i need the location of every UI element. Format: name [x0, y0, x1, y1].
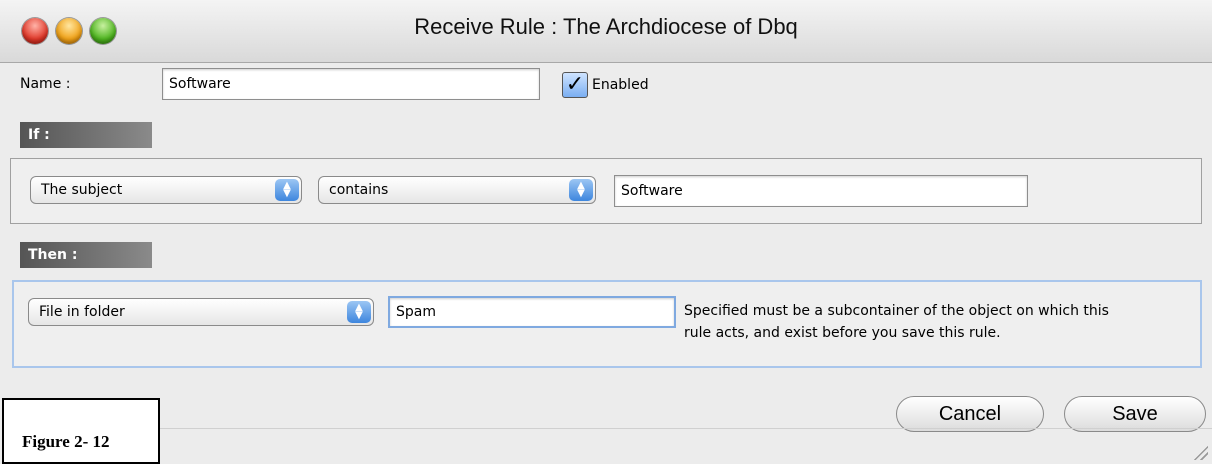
figure-caption: Figure 2- 12 — [2, 398, 160, 464]
enabled-label: Enabled — [592, 77, 649, 93]
window-title: Receive Rule : The Archdiocese of Dbq — [414, 14, 798, 39]
condition-operator-popup[interactable]: contains ▲ ▼ — [318, 176, 596, 204]
up-down-arrows-icon: ▲ ▼ — [347, 301, 371, 323]
figure-caption-text: Figure 2- 12 — [22, 432, 110, 451]
action-popup[interactable]: File in folder ▲ ▼ — [28, 298, 374, 326]
condition-field-label: The subject — [41, 182, 123, 198]
divider — [160, 428, 1212, 429]
condition-field-popup[interactable]: The subject ▲ ▼ — [30, 176, 302, 204]
folder-help-text: Specified must be a subcontainer of the … — [684, 300, 1200, 344]
condition-operator-label: contains — [329, 182, 389, 198]
action-label: File in folder — [39, 304, 125, 320]
folder-name-input[interactable]: Spam — [388, 296, 676, 328]
cancel-button[interactable]: Cancel — [896, 396, 1044, 432]
name-input[interactable]: Software — [162, 68, 540, 100]
up-down-arrows-icon: ▲ ▼ — [275, 179, 299, 201]
save-button[interactable]: Save — [1064, 396, 1206, 432]
name-label: Name : — [20, 76, 71, 92]
resize-grip-icon[interactable] — [1192, 444, 1208, 460]
enabled-checkbox[interactable]: ✓ — [562, 72, 588, 98]
title-bar: Receive Rule : The Archdiocese of Dbq — [0, 0, 1212, 63]
checkmark-icon: ✓ — [565, 72, 585, 97]
then-section-header: Then : — [20, 242, 152, 268]
up-down-arrows-icon: ▲ ▼ — [569, 179, 593, 201]
if-section-header: If : — [20, 122, 152, 148]
condition-value-input[interactable]: Software — [614, 175, 1028, 207]
folder-help-line-2: rule acts, and exist before you save thi… — [684, 325, 1001, 341]
folder-help-line-1: Specified must be a subcontainer of the … — [684, 303, 1109, 319]
